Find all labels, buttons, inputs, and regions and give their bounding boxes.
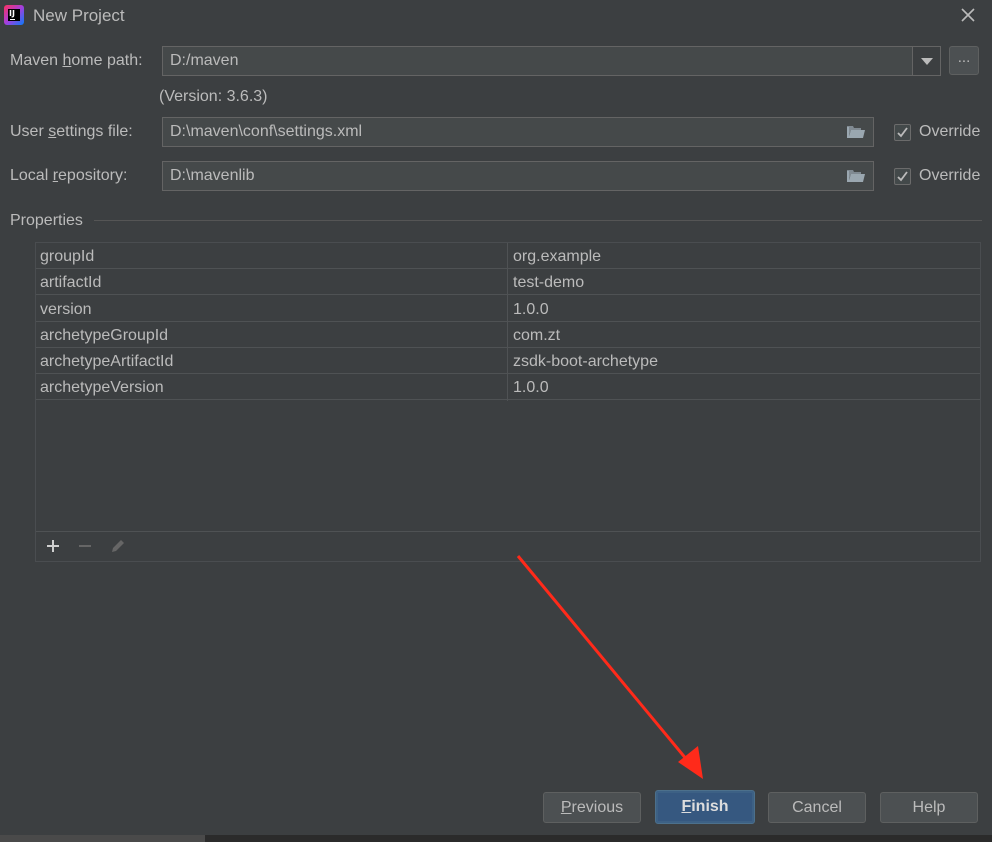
override-repository-checkbox[interactable] [894, 168, 911, 185]
property-value-cell[interactable]: com.zt [513, 322, 560, 347]
previous-button[interactable]: Previous [543, 792, 641, 823]
intellij-app-icon: IJ [4, 5, 24, 25]
property-key-cell[interactable]: version [40, 296, 92, 321]
red-annotation-arrow-icon [516, 555, 703, 779]
property-value-cell[interactable]: 1.0.0 [513, 296, 549, 321]
user-settings-field[interactable]: D:\maven\conf\settings.xml [162, 117, 874, 147]
window-bottom-edge-left [0, 835, 205, 842]
user-settings-label: User settings file: [10, 123, 133, 140]
maven-home-label: Maven home path: [10, 52, 143, 69]
maven-home-combobox[interactable]: D:/maven [162, 46, 941, 76]
checkmark-icon [897, 127, 908, 138]
close-icon[interactable] [957, 4, 979, 26]
property-key-cell[interactable]: archetypeGroupId [40, 322, 168, 347]
override-settings-checkbox[interactable] [894, 124, 911, 141]
property-value-cell[interactable]: test-demo [513, 269, 584, 294]
cancel-button[interactable]: Cancel [768, 792, 866, 823]
title-bar: IJ New Project [0, 0, 992, 32]
browse-maven-home-button[interactable]: ... [949, 46, 979, 75]
combo-dropdown-button[interactable] [912, 47, 940, 75]
property-key-cell[interactable]: artifactId [40, 269, 101, 294]
properties-section-title: Properties [10, 212, 83, 229]
local-repository-field[interactable]: D:\mavenlib [162, 161, 874, 191]
chevron-down-icon [921, 58, 933, 65]
table-row[interactable]: version 1.0.0 [36, 296, 980, 322]
finish-button[interactable]: Finish [655, 790, 755, 824]
window-title: New Project [33, 6, 125, 25]
maven-version-text: (Version: 3.6.3) [159, 88, 268, 105]
help-button[interactable]: Help [880, 792, 978, 823]
table-row[interactable]: archetypeGroupId com.zt [36, 322, 980, 348]
property-key-cell[interactable]: archetypeArtifactId [40, 348, 173, 373]
property-value-cell[interactable]: 1.0.0 [513, 374, 549, 399]
table-row[interactable]: artifactId test-demo [36, 269, 980, 295]
folder-icon[interactable] [847, 125, 865, 139]
override-settings-label: Override [919, 123, 981, 140]
maven-home-value: D:/maven [170, 52, 239, 69]
table-row[interactable]: groupId org.example [36, 243, 980, 269]
property-key-cell[interactable]: groupId [40, 243, 94, 268]
local-repository-label: Local repository: [10, 167, 128, 184]
plus-icon[interactable] [44, 538, 62, 556]
property-value-cell[interactable]: zsdk-boot-archetype [513, 348, 658, 373]
override-repository-label: Override [919, 167, 981, 184]
folder-icon[interactable] [847, 169, 865, 183]
section-divider [94, 220, 982, 221]
properties-table: groupId org.example artifactId test-demo ver… [35, 242, 981, 562]
user-settings-value: D:\maven\conf\settings.xml [170, 123, 363, 140]
table-toolbar [36, 531, 980, 562]
column-separator [507, 243, 508, 401]
minus-icon[interactable] [76, 538, 94, 556]
table-row[interactable]: archetypeArtifactId zsdk-boot-archetype [36, 348, 980, 374]
property-key-cell[interactable]: archetypeVersion [40, 374, 164, 399]
property-value-cell[interactable]: org.example [513, 243, 601, 268]
local-repository-value: D:\mavenlib [170, 167, 255, 184]
table-row[interactable]: archetypeVersion 1.0.0 [36, 374, 980, 400]
checkmark-icon [897, 171, 908, 182]
pencil-icon[interactable] [109, 538, 127, 556]
